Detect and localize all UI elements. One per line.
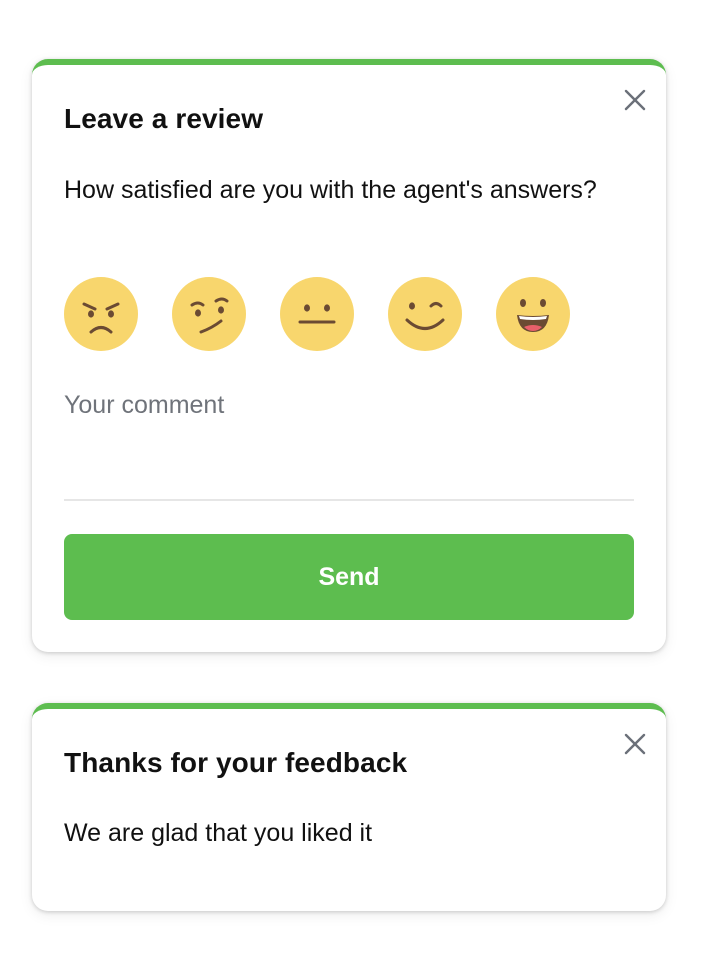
- skeptical-face-icon: [172, 277, 246, 351]
- thanks-card: Thanks for your feedback We are glad tha…: [32, 703, 666, 911]
- comment-input[interactable]: [64, 383, 634, 501]
- thanks-title: Thanks for your feedback: [64, 747, 408, 778]
- close-thanks-button[interactable]: [622, 731, 648, 757]
- rating-grinning-button[interactable]: [496, 277, 570, 351]
- review-card: Leave a review How satisfied are you wit…: [32, 59, 666, 652]
- rating-skeptical-button[interactable]: [172, 277, 246, 351]
- close-review-button[interactable]: [622, 87, 648, 113]
- close-icon: [624, 89, 646, 111]
- rating-smiling-button[interactable]: [388, 277, 462, 351]
- grinning-face-icon: [496, 277, 570, 351]
- rating-options: [64, 277, 570, 351]
- close-icon: [624, 733, 646, 755]
- review-question: How satisfied are you with the agent's a…: [64, 176, 597, 204]
- rating-angry-button[interactable]: [64, 277, 138, 351]
- send-button[interactable]: Send: [64, 534, 634, 620]
- review-title: Leave a review: [64, 103, 264, 134]
- thanks-message: We are glad that you liked it: [64, 819, 373, 847]
- rating-neutral-button[interactable]: [280, 277, 354, 351]
- smiling-face-icon: [388, 277, 462, 351]
- neutral-face-icon: [280, 277, 354, 351]
- angry-face-icon: [64, 277, 138, 351]
